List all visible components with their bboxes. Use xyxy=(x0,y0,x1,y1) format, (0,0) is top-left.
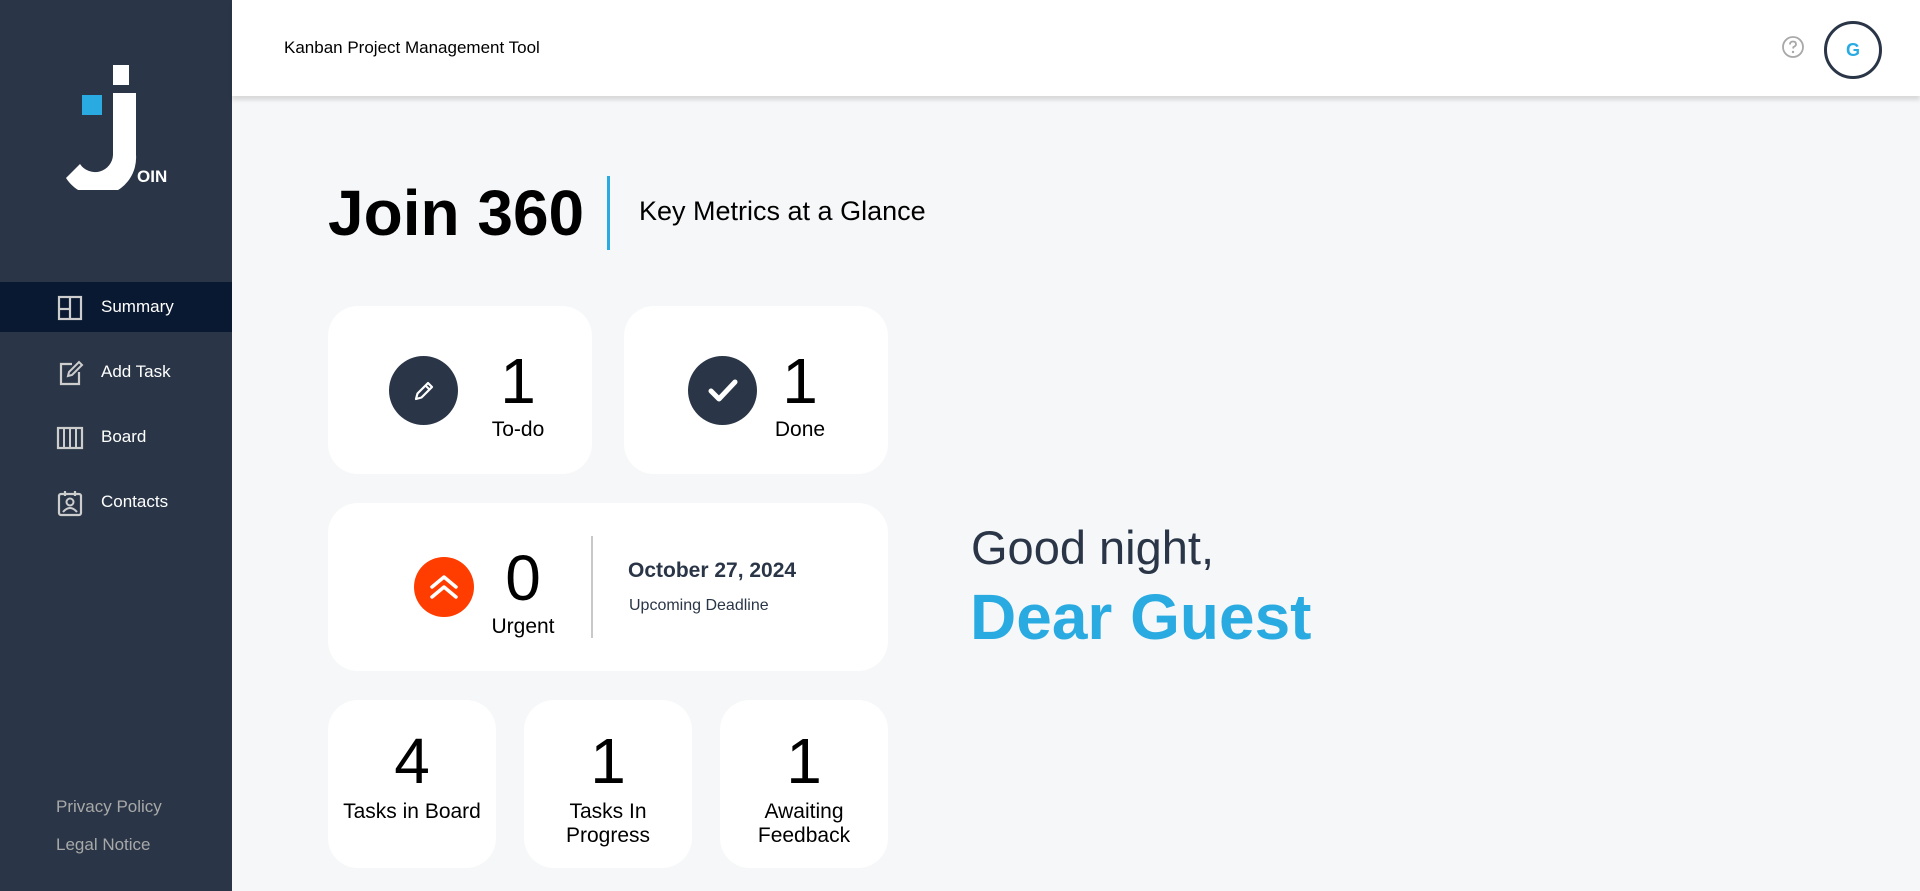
sidebar-item-label: Summary xyxy=(101,297,174,316)
awaiting-feedback-card[interactable]: 1 Awaiting Feedback xyxy=(720,700,888,868)
logo-text: OIN xyxy=(137,167,167,186)
sidebar-item-label: Board xyxy=(101,427,147,446)
urgent-count: 0 xyxy=(505,542,541,614)
contacts-icon xyxy=(57,491,83,517)
privacy-policy-link[interactable]: Privacy Policy xyxy=(56,797,162,817)
todo-count: 1 xyxy=(500,345,536,417)
sidebar-item-label: Contacts xyxy=(101,492,169,511)
urgent-label: Urgent xyxy=(491,615,555,638)
sidebar-item-add-task[interactable]: Add Task xyxy=(0,347,232,397)
urgent-divider xyxy=(591,536,593,638)
double-chevron-up-icon xyxy=(414,557,474,617)
deadline-label: Upcoming Deadline xyxy=(629,597,769,614)
awaiting-feedback-count: 1 xyxy=(786,725,822,797)
sidebar-item-board[interactable]: Board xyxy=(0,412,232,462)
title-divider xyxy=(607,176,610,250)
avatar-initial: G xyxy=(1845,39,1860,60)
done-label: Done xyxy=(774,418,826,441)
done-card[interactable]: 1 Done xyxy=(624,306,888,474)
tasks-in-progress-card[interactable]: 1 Tasks In Progress xyxy=(524,700,692,868)
greeting-text: Good night, xyxy=(971,521,1215,574)
todo-label: To-do xyxy=(491,418,545,441)
sidebar-item-contacts[interactable]: Contacts xyxy=(0,477,232,527)
legal-notice-link[interactable]: Legal Notice xyxy=(56,835,151,855)
sidebar: OIN Summary Add Task Board Contacts Priv… xyxy=(0,0,232,891)
tasks-in-board-label: Tasks in Board xyxy=(343,800,481,823)
tasks-in-progress-label: Tasks In Progress xyxy=(565,800,651,847)
sidebar-item-summary[interactable]: Summary xyxy=(0,282,232,332)
checkmark-icon xyxy=(688,356,757,425)
done-count: 1 xyxy=(782,345,818,417)
edit-icon xyxy=(59,360,84,386)
user-avatar[interactable]: G xyxy=(1824,21,1882,79)
page-title: Join 360 xyxy=(328,177,585,249)
header: Kanban Project Management Tool G xyxy=(232,0,1920,96)
deadline-date: October 27, 2024 xyxy=(628,559,797,582)
tasks-in-board-card[interactable]: 4 Tasks in Board xyxy=(328,700,496,868)
tasks-in-board-count: 4 xyxy=(394,725,430,797)
join-logo[interactable]: OIN xyxy=(60,60,180,196)
sidebar-item-label: Add Task xyxy=(101,362,171,381)
page-subtitle: Key Metrics at a Glance xyxy=(639,196,926,226)
pencil-icon xyxy=(389,356,458,425)
help-icon[interactable] xyxy=(1781,35,1805,59)
tasks-in-progress-count: 1 xyxy=(590,725,626,797)
todo-card[interactable]: 1 To-do xyxy=(328,306,592,474)
header-title: Kanban Project Management Tool xyxy=(284,38,540,57)
urgent-card[interactable]: 0 Urgent October 27, 2024 Upcoming Deadl… xyxy=(328,503,888,671)
awaiting-feedback-label: Awaiting Feedback xyxy=(757,800,851,847)
board-icon xyxy=(56,426,84,450)
summary-icon xyxy=(57,295,83,321)
user-name: Dear Guest xyxy=(970,581,1312,653)
